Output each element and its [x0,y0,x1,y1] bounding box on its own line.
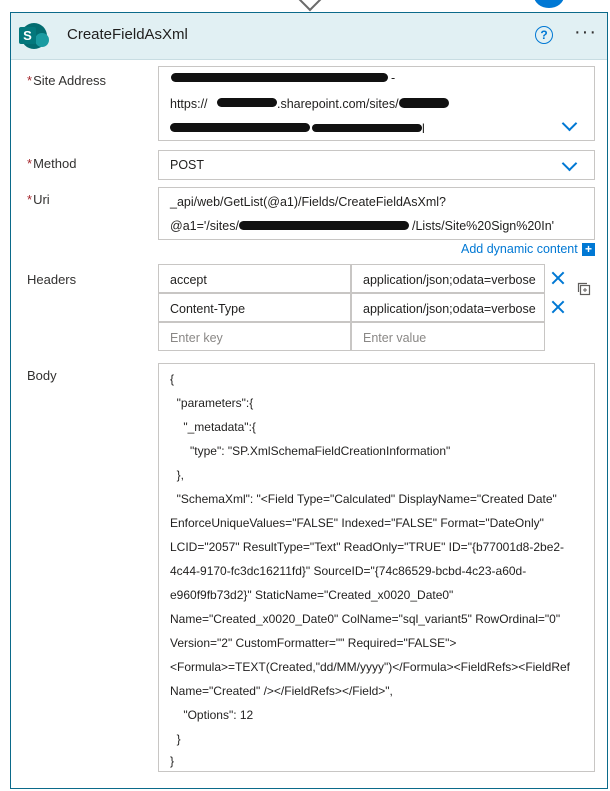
uri-line2a: @a1='/sites/ [170,219,239,233]
redacted-scribble [399,98,449,108]
header-value-content-type[interactable]: application/json;odata=verbose [351,293,545,322]
site-address-line1: - [391,71,396,85]
body-line: "SchemaXml": "<Field Type="Calculated" D… [170,492,557,506]
redacted-scribble [312,124,422,132]
site-address-label: *Site Address [27,73,107,88]
redacted-scribble [170,123,310,132]
method-dropdown[interactable]: POST [158,150,595,180]
method-value: POST [170,158,205,172]
header-value-accept[interactable]: application/json;odata=verbose [351,264,545,293]
body-line: Name="Created" /></FieldRefs></Field>", [170,684,393,698]
close-icon[interactable] [551,300,565,314]
help-icon[interactable]: ? [535,26,553,44]
redacted-scribble [239,221,409,230]
uri-label: *Uri [27,192,50,207]
previous-step-indicator [534,0,564,8]
body-line: "_metadata":{ [170,420,256,434]
site-address-dropdown[interactable]: - https:// .sharepoint.com/sites/ l [158,66,595,141]
add-dynamic-content-link[interactable]: Add dynamic content [461,242,578,256]
header-key-input[interactable]: Enter key [158,322,351,351]
redacted-scribble [217,98,277,107]
header-key-accept[interactable]: accept [158,264,351,293]
uri-input[interactable]: _api/web/GetList(@a1)/Fields/CreateField… [158,187,595,240]
plus-icon[interactable]: + [582,243,595,256]
headers-label: Headers [27,272,77,287]
site-address-line2b: .sharepoint.com/sites/ [277,97,399,111]
body-line: EnforceUniqueValues="FALSE" Indexed="FAL… [170,516,544,530]
uri-line1: _api/web/GetList(@a1)/Fields/CreateField… [170,195,446,209]
site-address-line2a: https:// [170,97,208,111]
body-line: "parameters":{ [170,396,254,410]
header-value-input[interactable]: Enter value [351,322,545,351]
body-line: e960f9fb73d2}" StaticName="Created_x0020… [170,588,454,602]
header-key-content-type[interactable]: Content-Type [158,293,351,322]
site-address-line3: l [422,122,425,136]
body-line: "Options": 12 [170,708,254,722]
chevron-down-icon[interactable] [561,155,578,172]
chevron-down-icon[interactable] [561,115,578,132]
body-textarea[interactable]: { "parameters":{ "_metadata":{ "type": "… [158,363,595,772]
body-line: "type": "SP.XmlSchemaFieldCreationInform… [170,444,451,458]
flow-connector-arrow [298,0,322,12]
copy-icon[interactable] [576,281,592,297]
method-label: *Method [27,156,77,171]
body-line: LCID="2057" ResultType="Text" ReadOnly="… [170,540,565,554]
card-title[interactable]: CreateFieldAsXml [67,26,188,43]
card-header[interactable]: S CreateFieldAsXml ? ··· [11,13,607,60]
body-line: 4c44-9170-fc3dc16211fd}" SourceID="{74c8… [170,564,527,578]
body-line: }, [170,468,185,482]
uri-line2b: /Lists/Site%20Sign%20In' [412,219,555,233]
more-options-icon[interactable]: ··· [574,21,597,44]
action-card: S CreateFieldAsXml ? ··· *Site Address -… [10,12,608,789]
body-line: Version="2" CustomFormatter="" Required=… [170,636,457,650]
body-line: <Formula>=TEXT(Created,"dd/MM/yyyy")</Fo… [170,660,570,674]
body-line: Name="Created_x0020_Date0" ColName="sql_… [170,612,561,626]
close-icon[interactable] [551,271,565,285]
body-label: Body [27,368,57,383]
body-line: { [170,372,175,386]
sharepoint-logo-icon: S [19,23,49,49]
body-line: } [170,754,175,768]
redacted-scribble [171,73,388,82]
body-line: } [170,732,181,746]
